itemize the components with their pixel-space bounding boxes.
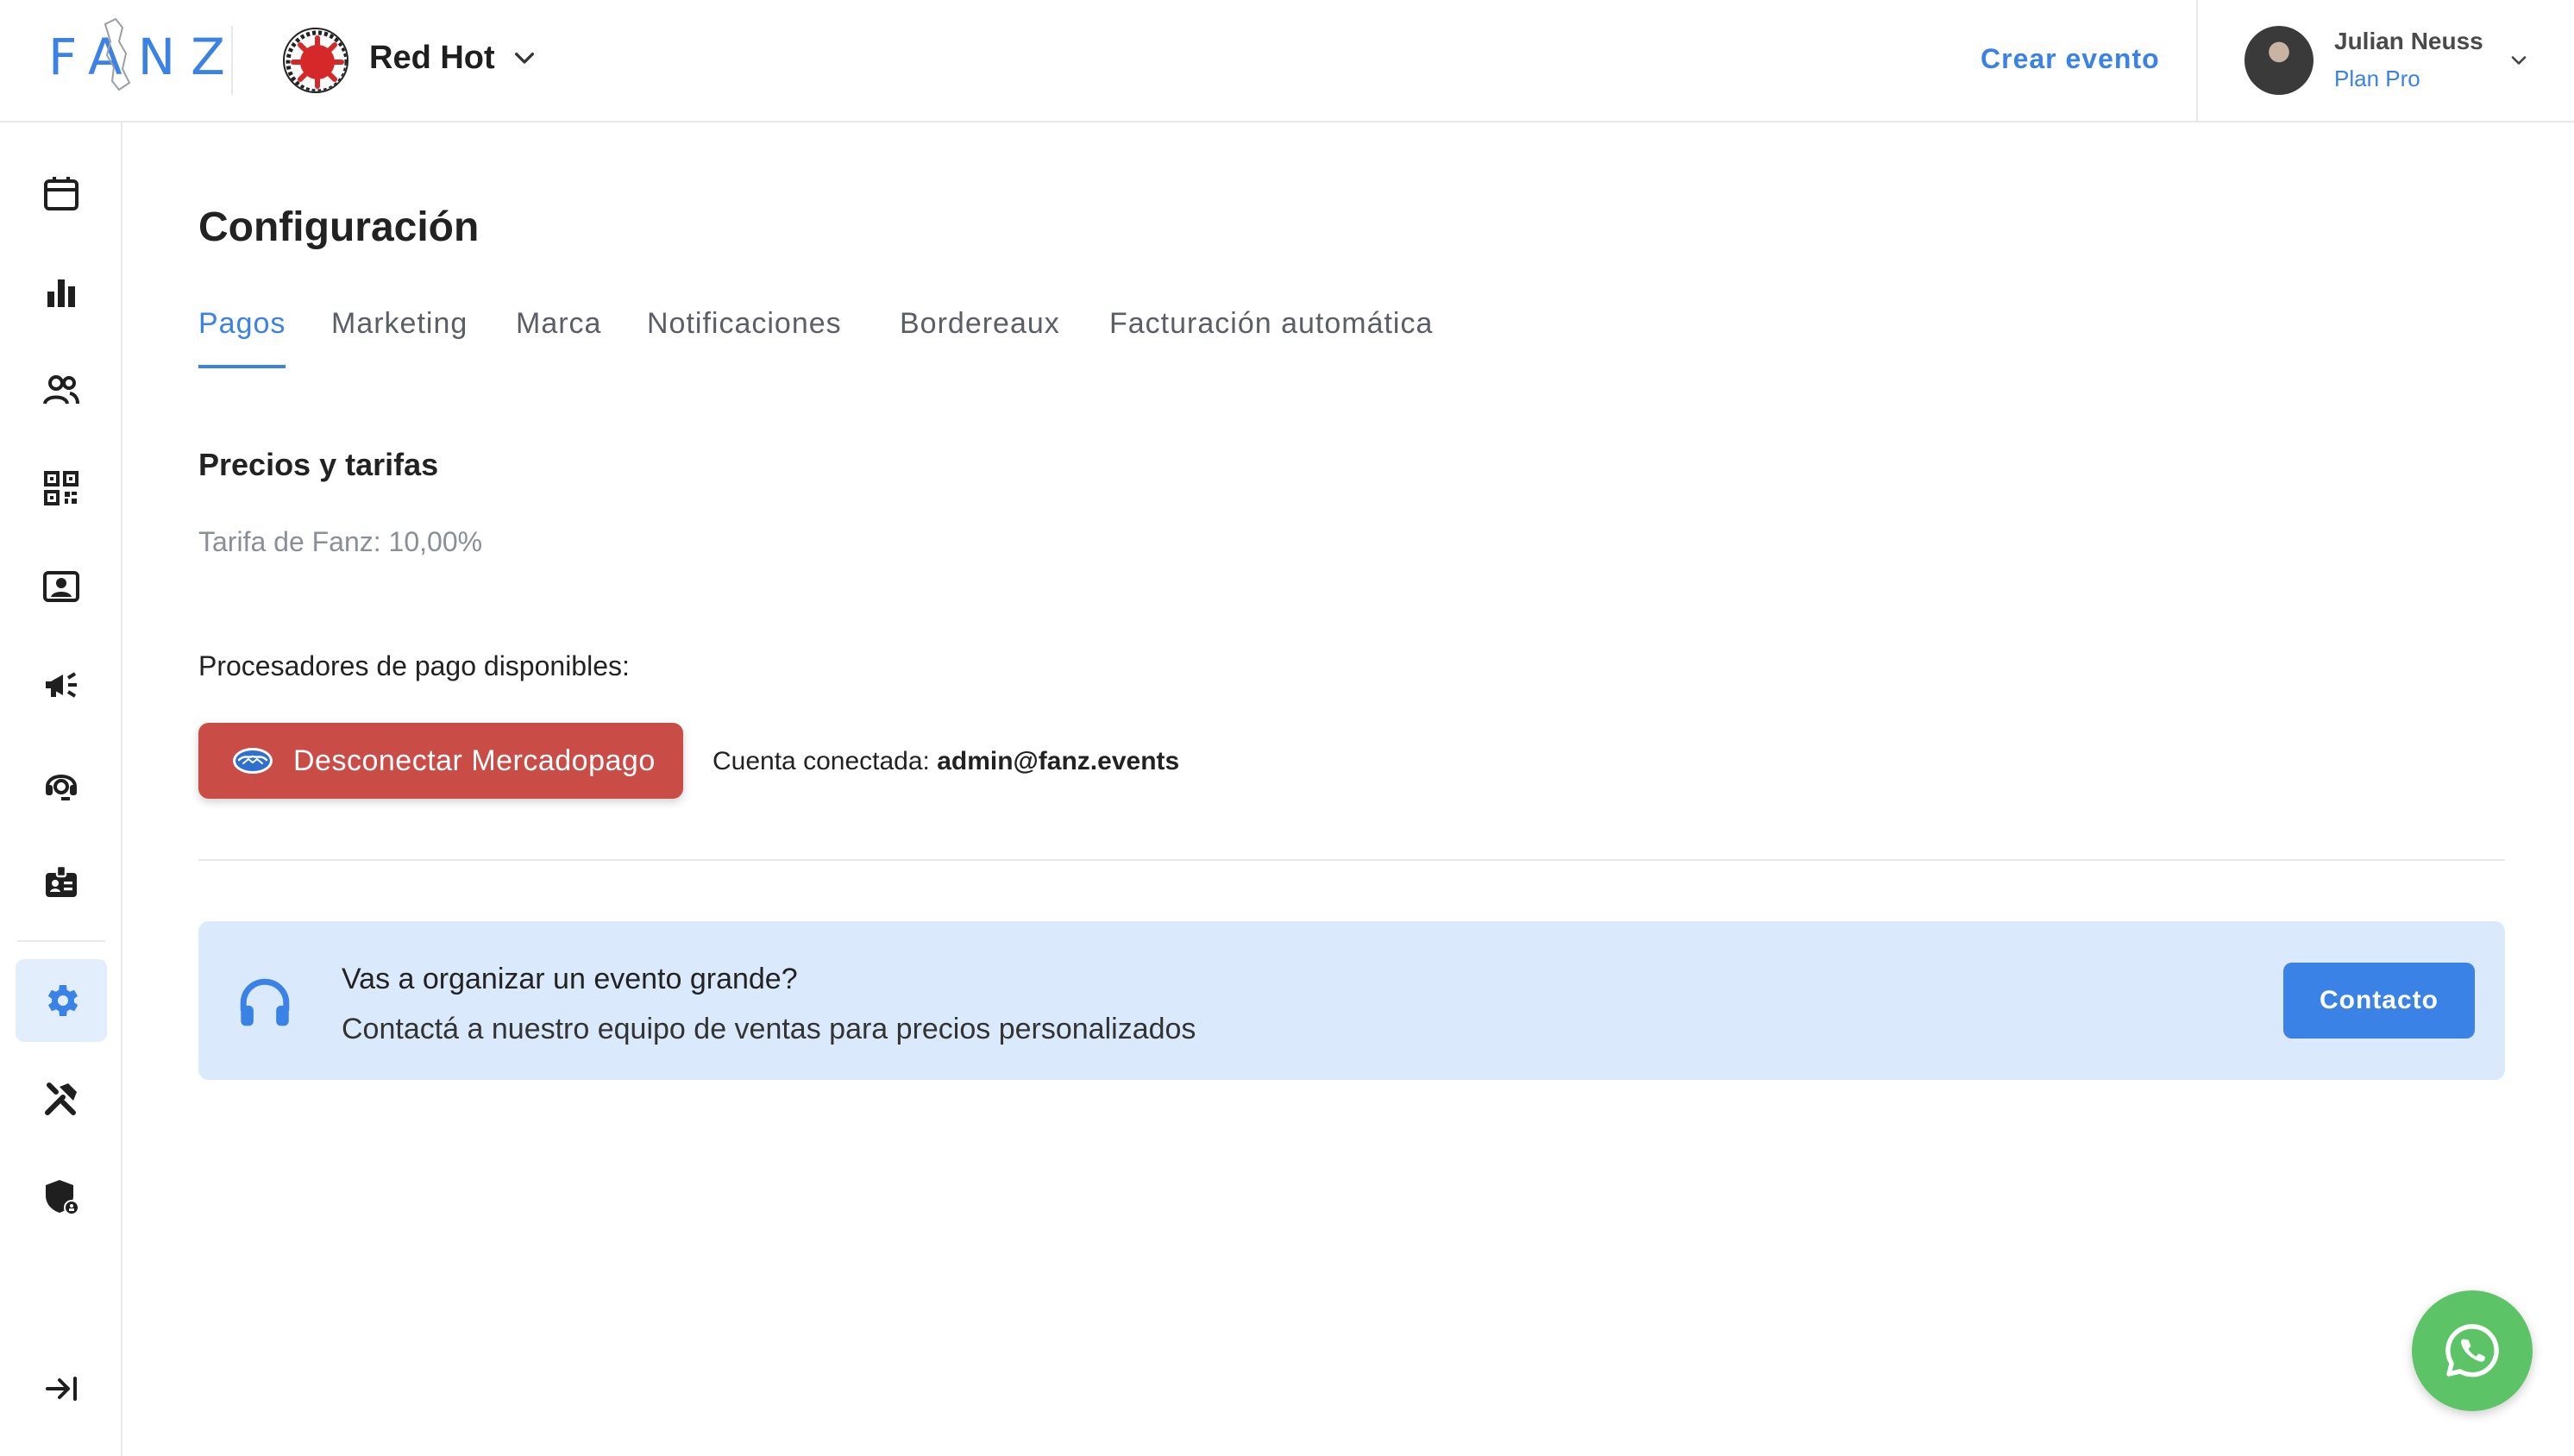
sidebar-item-calendar[interactable]: [16, 152, 107, 235]
logo-map-outline-icon: [104, 17, 131, 91]
sales-contact-banner: Vas a organizar un evento grande? Contac…: [198, 921, 2505, 1080]
sidebar-item-settings[interactable]: [16, 959, 107, 1042]
tab-bordereaux[interactable]: Bordereaux: [900, 307, 1060, 365]
sidebar-item-staff[interactable]: [16, 840, 107, 923]
fanz-fee-text: Tarifa de Fanz: 10,00%: [198, 526, 483, 557]
top-header: FANZ Red Hot Crear evento Julian Neuss P…: [0, 0, 2574, 122]
pricing-section-title: Precios y tarifas: [198, 447, 439, 482]
promo-title: Vas a organizar un evento grande?: [342, 963, 798, 995]
contact-button[interactable]: Contacto: [2283, 963, 2475, 1039]
user-name[interactable]: Julian Neuss: [2334, 28, 2483, 55]
logo-text: FANZ: [48, 28, 241, 86]
fanz-logo[interactable]: FANZ: [48, 16, 225, 93]
sidebar-item-marketing[interactable]: [16, 643, 107, 726]
sidebar-item-support[interactable]: [16, 742, 107, 825]
sidebar-item-tools[interactable]: [16, 1057, 107, 1140]
support-agent-icon: [46, 775, 77, 800]
sidebar-divider: [17, 940, 105, 942]
tab-marca[interactable]: Marca: [516, 307, 601, 365]
collapse-arrow-icon: [46, 1377, 77, 1401]
badge-icon: [46, 864, 77, 897]
asterisk-logo-icon: [286, 30, 347, 91]
user-plan: Plan Pro: [2334, 66, 2420, 91]
sidebar-collapse-button[interactable]: [16, 1347, 107, 1430]
gear-icon: [47, 985, 78, 1016]
contact-card-icon: [43, 571, 79, 602]
sidebar-item-people[interactable]: [16, 348, 107, 431]
people-icon: [43, 375, 79, 405]
create-event-link[interactable]: Crear evento: [1981, 43, 2160, 75]
user-avatar[interactable]: [2244, 26, 2313, 95]
promo-subtitle: Contactá a nuestro equipo de ventas para…: [342, 1013, 1196, 1045]
disconnect-mercadopago-button[interactable]: Desconectar Mercadopago: [198, 723, 683, 799]
sidebar-item-security[interactable]: [16, 1156, 107, 1239]
tab-notificaciones[interactable]: Notificaciones: [647, 307, 842, 365]
header-divider: [2196, 0, 2198, 122]
tab-marketing[interactable]: Marketing: [331, 307, 468, 365]
tools-icon: [45, 1083, 77, 1115]
org-name[interactable]: Red Hot: [369, 40, 495, 77]
tab-facturacion-automatica[interactable]: Facturación automática: [1109, 307, 1433, 365]
sidebar-nav: [0, 122, 122, 1456]
mercadopago-logo-icon: [233, 748, 273, 774]
disconnect-button-label: Desconectar Mercadopago: [293, 744, 656, 777]
bar-chart-icon: [47, 279, 75, 307]
header-divider: [231, 26, 233, 95]
connected-account-email: admin@fanz.events: [937, 747, 1180, 775]
sidebar-item-qr[interactable]: [16, 447, 107, 530]
headphones-icon: [240, 978, 290, 1026]
whatsapp-chat-button[interactable]: [2412, 1290, 2533, 1411]
whatsapp-icon: [2445, 1324, 2499, 1378]
org-avatar[interactable]: [283, 28, 348, 93]
sidebar-item-contacts[interactable]: [16, 545, 107, 628]
content-divider: [198, 859, 2505, 861]
tab-pagos[interactable]: Pagos: [198, 307, 286, 368]
connected-account-text: Cuenta conectada: admin@fanz.events: [713, 747, 1179, 776]
chevron-down-icon[interactable]: [511, 45, 538, 72]
payment-processors-label: Procesadores de pago disponibles:: [198, 650, 630, 681]
calendar-icon: [44, 177, 78, 210]
security-shield-icon: [46, 1180, 79, 1215]
sidebar-item-analytics[interactable]: [16, 250, 107, 333]
qr-code-icon: [44, 471, 78, 505]
chevron-down-icon[interactable]: [2507, 48, 2531, 72]
connected-account-prefix: Cuenta conectada:: [713, 747, 930, 775]
page-title: Configuración: [198, 204, 480, 250]
megaphone-icon: [46, 672, 77, 698]
